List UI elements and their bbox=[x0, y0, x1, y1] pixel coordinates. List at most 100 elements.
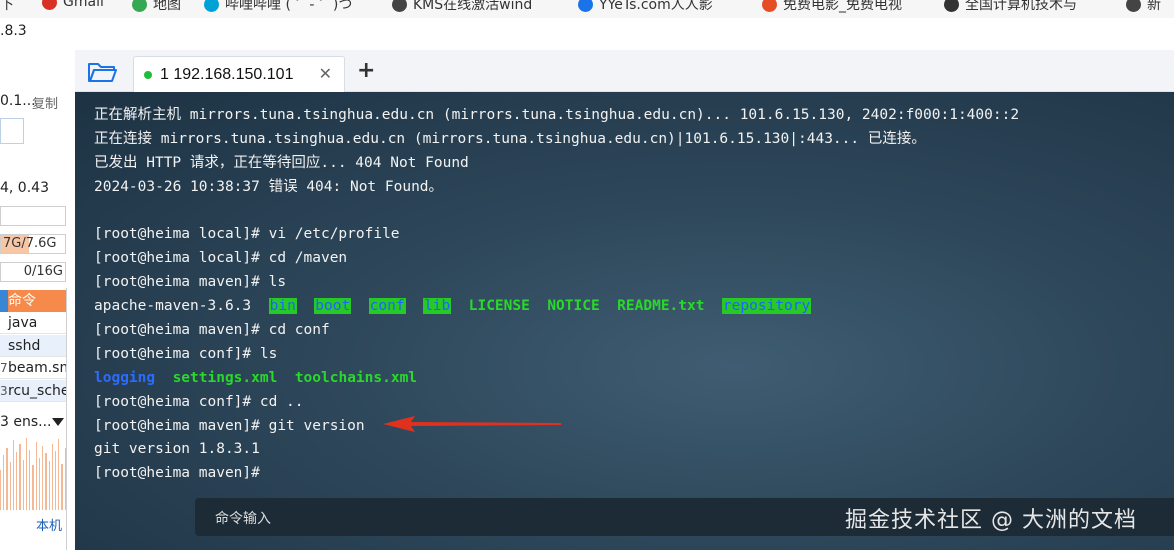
red-arrow-annotation bbox=[383, 416, 561, 432]
terminal-text: [root@heima maven]# git version bbox=[94, 417, 365, 434]
traffic-bar bbox=[35, 442, 37, 510]
terminal-text: [root@heima maven]# bbox=[94, 465, 260, 482]
process-row[interactable]: java bbox=[0, 312, 66, 334]
traffic-bar bbox=[32, 465, 34, 510]
add-tab-button[interactable]: + bbox=[357, 58, 375, 83]
bookmarks-bar: 下 Gmail 地图 哔哩哔哩 ( ゜- ゜)つ KMS在线激活wind YYeTs.co… bbox=[0, 0, 1174, 18]
process-name: java bbox=[8, 315, 38, 331]
traffic-bar bbox=[54, 451, 57, 510]
traffic-bar bbox=[25, 438, 28, 510]
terminal-text: [root@heima maven]# ls bbox=[94, 274, 287, 291]
terminal-text: 已发出 HTTP 请求，正在等待回应... 404 Not Found bbox=[94, 154, 469, 171]
bookmark-label: 下 bbox=[0, 0, 14, 13]
network-graph bbox=[0, 438, 66, 510]
traffic-bar bbox=[45, 453, 47, 510]
bookmark-label: YYeTs.com人人影 bbox=[599, 0, 713, 13]
terminal-line: [root@heima maven]# ls bbox=[94, 271, 1019, 295]
bookmark-item[interactable]: 全国计算机技术与 bbox=[944, 0, 1077, 14]
terminal-text: 正在连接 mirrors.tuna.tsinghua.edu.cn (mirro… bbox=[94, 130, 926, 147]
traffic-bar bbox=[19, 444, 21, 510]
traffic-bar bbox=[29, 450, 31, 510]
server-info-panel: .8.3 0.1... 复制 4, 0.43 7G/7.6G 0/16G 命令 … bbox=[0, 18, 75, 550]
terminal-text: 正在解析主机 mirrors.tuna.tsinghua.edu.cn (mir… bbox=[94, 107, 1020, 123]
terminal-line: [root@heima local]# vi /etc/profile bbox=[94, 223, 1019, 247]
bookmark-item[interactable]: Gmail bbox=[42, 0, 104, 10]
terminal-text: lib bbox=[423, 298, 452, 315]
bookmark-label: KMS在线激活wind bbox=[413, 0, 533, 13]
traffic-bar bbox=[9, 462, 11, 510]
tab-label: 1 192.168.150.101 bbox=[160, 65, 294, 83]
chevron-down-icon[interactable] bbox=[52, 418, 64, 426]
terminal-text: bin bbox=[268, 298, 297, 315]
bookmark-item[interactable]: KMS在线激活wind bbox=[392, 0, 532, 14]
session-tab-bar: 1 192.168.150.101 ✕ + bbox=[75, 50, 1174, 92]
bookmark-item[interactable]: 哔哩哔哩 ( ゜- ゜)つ bbox=[204, 0, 352, 14]
yyets-icon bbox=[578, 0, 593, 12]
terminal-text: [root@heima maven]# cd conf bbox=[94, 322, 330, 339]
terminal-text: conf bbox=[368, 298, 406, 315]
bookmark-item[interactable]: YYeTs.com人人影 bbox=[578, 0, 713, 14]
command-input-placeholder: 命令输入 bbox=[215, 511, 271, 527]
kms-icon bbox=[392, 0, 407, 12]
cpu-field bbox=[0, 206, 66, 226]
terminal-text: README.txt bbox=[617, 298, 705, 315]
terminal-text: boot bbox=[314, 298, 352, 315]
command-header-label: 命令 bbox=[8, 293, 36, 309]
bookmark-item[interactable]: 新 bbox=[1126, 0, 1161, 14]
bookmark-item[interactable]: 下 bbox=[0, 0, 14, 14]
traffic-bar bbox=[42, 446, 44, 510]
folder-icon[interactable] bbox=[87, 60, 117, 84]
movie-icon bbox=[762, 0, 777, 12]
terminal-output[interactable]: 正在解析主机 mirrors.tuna.tsinghua.edu.cn (mir… bbox=[75, 92, 1174, 550]
traffic-bar bbox=[38, 458, 41, 510]
terminal-line: [root@heima conf]# ls bbox=[94, 343, 1019, 367]
bookmark-item[interactable]: 地图 bbox=[132, 0, 181, 14]
process-cpu: 3 bbox=[0, 383, 8, 398]
gmail-icon bbox=[42, 0, 57, 10]
terminal-text: [root@heima local]# vi /etc/profile bbox=[94, 226, 400, 243]
traffic-bar bbox=[22, 460, 24, 510]
copy-button[interactable]: 复制 bbox=[32, 93, 58, 112]
connected-status-icon bbox=[144, 70, 152, 79]
maps-icon bbox=[132, 0, 147, 12]
status-box bbox=[0, 118, 24, 144]
traffic-bar bbox=[58, 439, 60, 510]
process-column-header[interactable]: 命令 bbox=[0, 290, 66, 312]
traffic-bar bbox=[51, 444, 53, 510]
bookmark-label: Gmail bbox=[63, 0, 104, 10]
traffic-bar bbox=[6, 448, 8, 510]
local-label[interactable]: 本机 bbox=[36, 515, 62, 534]
swap-field: 0/16G bbox=[0, 262, 66, 282]
bookmark-label: 新 bbox=[1147, 0, 1161, 13]
terminal-line: git version 1.8.3.1 bbox=[94, 438, 1019, 462]
close-icon[interactable]: ✕ bbox=[319, 64, 332, 83]
terminal-line: 已发出 HTTP 请求，正在等待回应... 404 Not Found bbox=[94, 152, 1019, 176]
terminal-text: logging bbox=[94, 369, 156, 386]
terminal-line: logging settings.xml toolchains.xml bbox=[94, 367, 1019, 391]
traffic-bar bbox=[16, 452, 18, 510]
terminal-line: 2024-03-26 10:38:37 错误 404: Not Found。 bbox=[94, 176, 1019, 200]
bookmark-label: 免费电影_免费电视 bbox=[783, 0, 902, 13]
process-name: beam.sm bbox=[8, 360, 66, 376]
terminal-text: NOTICE bbox=[547, 298, 600, 315]
bookmark-label: 哔哩哔哩 ( ゜- ゜)つ bbox=[225, 0, 353, 13]
process-row[interactable]: 7beam.sm bbox=[0, 357, 66, 379]
terminal-text: toolchains.xml bbox=[294, 369, 418, 386]
ip-label: 0.1... bbox=[0, 93, 36, 109]
traffic-bar bbox=[61, 464, 63, 510]
terminal-text: [root@heima local]# cd /maven bbox=[94, 250, 348, 267]
terminal-line: [root@heima local]# cd /maven bbox=[94, 247, 1019, 271]
process-row[interactable]: 3rcu_sche bbox=[0, 379, 66, 402]
interface-select[interactable]: 3 ens... bbox=[0, 414, 52, 430]
panel-divider bbox=[66, 288, 67, 550]
traffic-bar bbox=[3, 455, 5, 510]
bookmark-item[interactable]: 免费电影_免费电视 bbox=[762, 0, 902, 14]
process-row[interactable]: sshd bbox=[0, 334, 66, 357]
tab-session-1[interactable]: 1 192.168.150.101 ✕ bbox=[133, 56, 345, 92]
